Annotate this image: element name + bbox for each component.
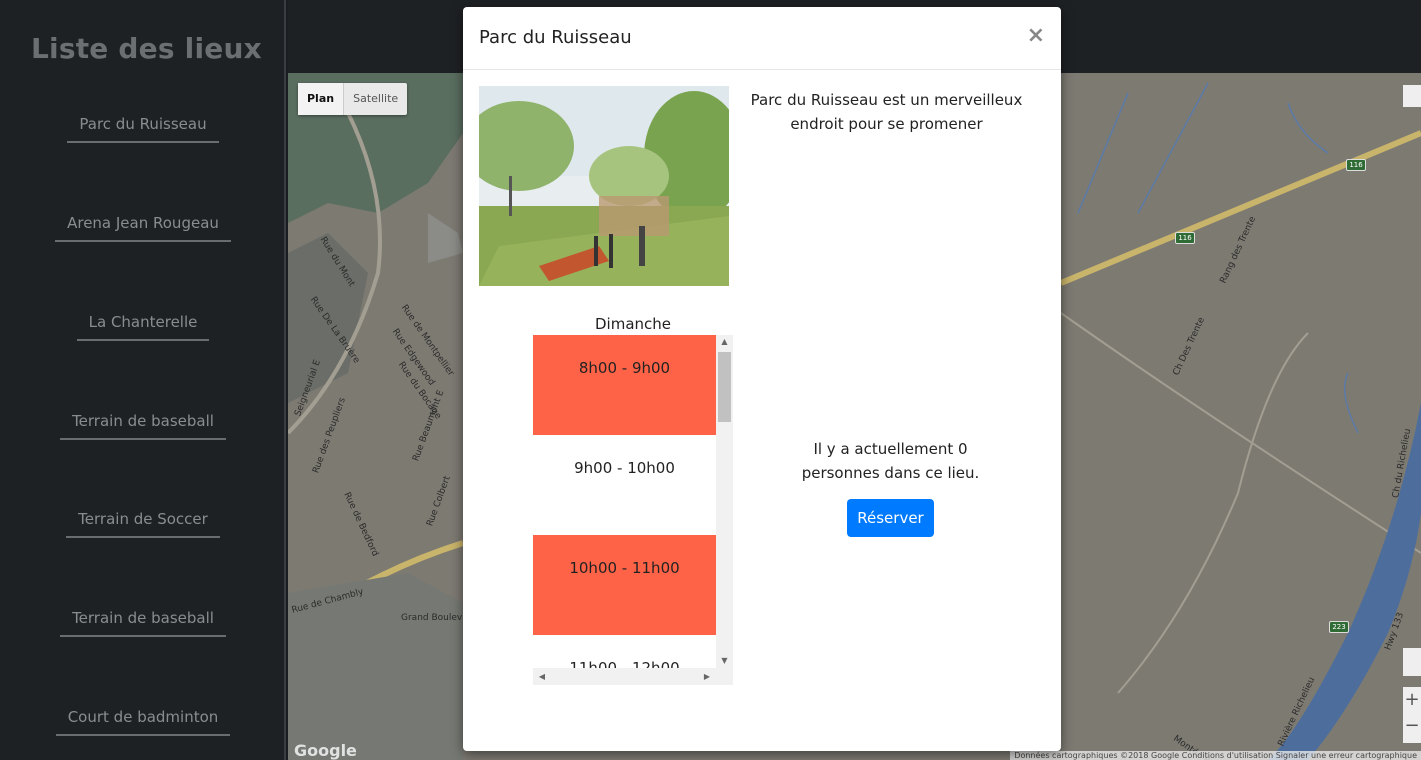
sidebar-item: Terrain de Soccer xyxy=(0,509,286,538)
google-logo: Google xyxy=(294,741,357,760)
highway-shield: 116 xyxy=(1175,232,1195,244)
time-slot[interactable]: 9h00 - 10h00 xyxy=(533,435,716,535)
scroll-right-icon[interactable]: ▶ xyxy=(700,668,714,685)
scroll-up-icon[interactable]: ▲ xyxy=(716,335,733,349)
map-type-plan-button[interactable]: Plan xyxy=(298,83,345,115)
time-slot-label: 8h00 - 9h00 xyxy=(578,359,671,377)
occupancy-line: Il y a actuellement 0 xyxy=(813,440,968,458)
map-copyright[interactable]: Données cartographiques ©2018 Google Con… xyxy=(1010,751,1421,760)
map-type-satellite-button[interactable]: Satellite xyxy=(344,83,407,115)
horizontal-scrollbar[interactable]: ◀ ▶ xyxy=(533,668,716,685)
vertical-scrollbar[interactable]: ▲ ▼ xyxy=(716,335,733,668)
scroll-left-icon[interactable]: ◀ xyxy=(535,668,549,685)
sidebar: Liste des lieux Parc du Ruisseau Arena J… xyxy=(0,0,286,760)
time-slot-label: 10h00 - 11h00 xyxy=(569,559,680,577)
sidebar-link-terrain-de-baseball[interactable]: Terrain de baseball xyxy=(60,412,226,440)
sidebar-title: Liste des lieux xyxy=(31,32,262,65)
place-modal: Parc du Ruisseau × Parc du Ruisseau est … xyxy=(463,7,1061,751)
highway-shield: 223 xyxy=(1329,621,1349,633)
reserve-button[interactable]: Réserver xyxy=(847,499,934,537)
highway-shield: 116 xyxy=(1346,159,1366,171)
time-slot[interactable]: 11h00 - 12h00 xyxy=(533,635,716,668)
schedule-scroll-container[interactable]: 8h00 - 9h00 9h00 - 10h00 10h00 - 11h00 1… xyxy=(533,335,733,685)
schedule-list: 8h00 - 9h00 9h00 - 10h00 10h00 - 11h00 1… xyxy=(533,335,716,668)
scroll-down-icon[interactable]: ▼ xyxy=(716,654,733,668)
time-slot[interactable]: 10h00 - 11h00 xyxy=(533,535,716,635)
park-illustration xyxy=(479,86,729,286)
sidebar-item: Terrain de baseball xyxy=(0,608,286,637)
sidebar-link-terrain-de-baseball-2[interactable]: Terrain de baseball xyxy=(60,609,226,637)
sidebar-item: Terrain de baseball xyxy=(0,411,286,440)
sidebar-link-la-chanterelle[interactable]: La Chanterelle xyxy=(76,313,210,341)
sidebar-link-terrain-de-soccer[interactable]: Terrain de Soccer xyxy=(66,510,220,538)
place-photo xyxy=(479,86,729,286)
sidebar-item: La Chanterelle xyxy=(0,312,286,341)
close-icon[interactable]: × xyxy=(1027,23,1045,48)
sidebar-link-arena-jean-rougeau[interactable]: Arena Jean Rougeau xyxy=(55,214,231,242)
zoom-in-icon[interactable]: + xyxy=(1403,687,1421,713)
modal-header: Parc du Ruisseau × xyxy=(463,7,1061,70)
sidebar-item: Parc du Ruisseau xyxy=(0,114,286,143)
sidebar-item: Court de badminton xyxy=(0,707,286,736)
sidebar-link-court-de-badminton[interactable]: Court de badminton xyxy=(55,708,231,736)
place-description: Parc du Ruisseau est un merveilleux endr… xyxy=(750,91,1023,133)
occupancy-text: Il y a actuellement 0 personnes dans ce … xyxy=(783,437,998,485)
zoom-control[interactable]: + − xyxy=(1403,687,1421,743)
time-slot[interactable]: 8h00 - 9h00 xyxy=(533,335,716,435)
fullscreen-icon[interactable] xyxy=(1403,85,1421,107)
occupancy-line: personnes dans ce lieu. xyxy=(801,464,980,482)
zoom-out-icon[interactable]: − xyxy=(1403,713,1421,739)
sidebar-item: Arena Jean Rougeau xyxy=(0,213,286,242)
sidebar-link-parc-du-ruisseau[interactable]: Parc du Ruisseau xyxy=(67,115,219,143)
map-type-control: Plan Satellite xyxy=(298,83,408,115)
pegman-icon[interactable] xyxy=(1403,648,1421,676)
schedule-day: Dimanche xyxy=(594,315,671,333)
time-slot-label: 11h00 - 12h00 xyxy=(569,659,680,668)
scrollbar-thumb[interactable] xyxy=(718,352,731,422)
modal-title: Parc du Ruisseau xyxy=(479,27,632,48)
time-slot-label: 9h00 - 10h00 xyxy=(574,459,675,477)
